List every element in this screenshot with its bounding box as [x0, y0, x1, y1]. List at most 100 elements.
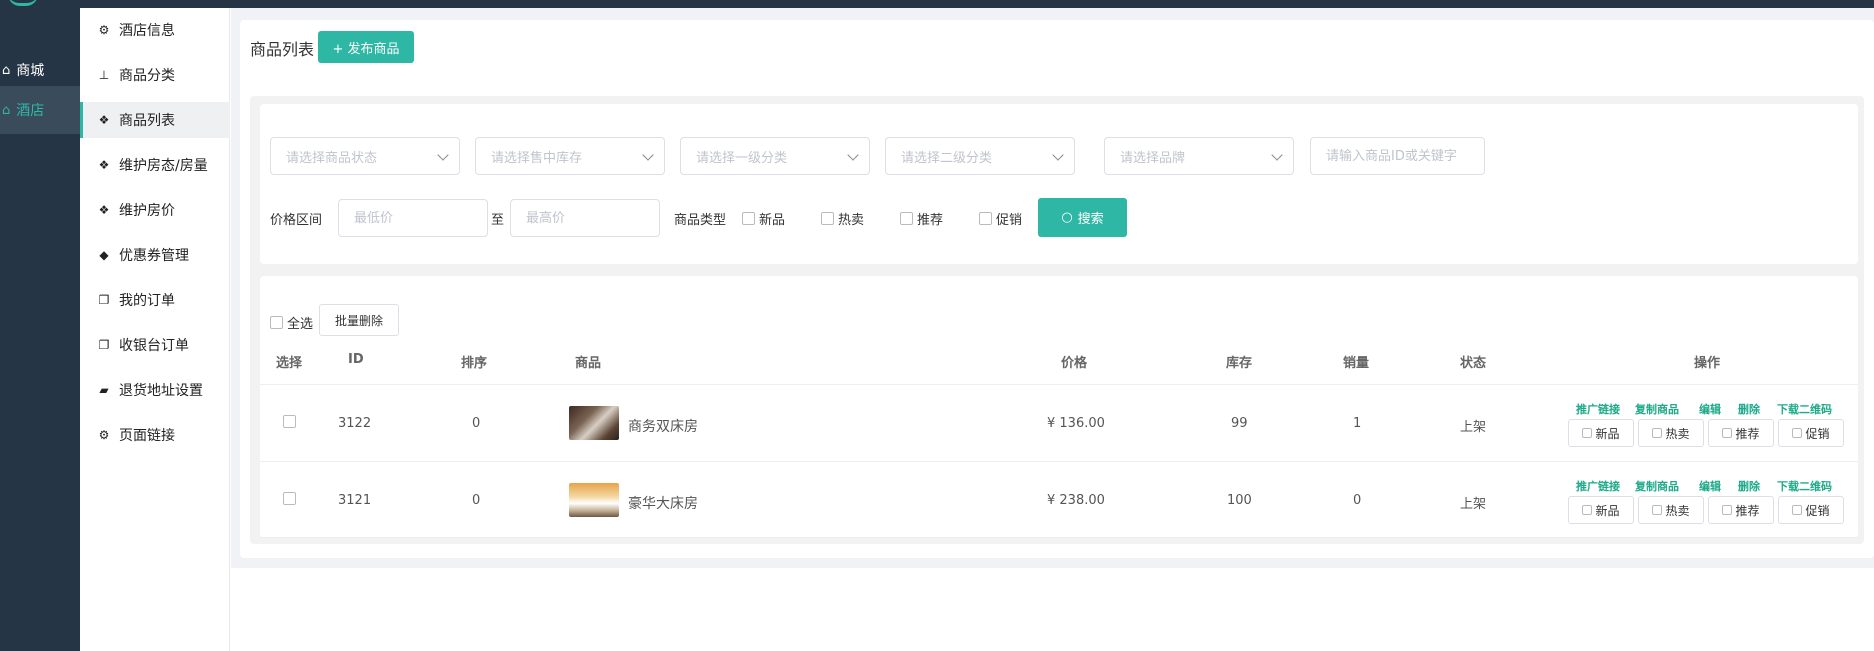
checkbox-icon	[1652, 505, 1663, 515]
row-checkbox[interactable]	[283, 492, 296, 505]
type-promo-checkbox[interactable]: 促销	[979, 209, 1022, 228]
subnav-product-list[interactable]: ❖ 商品列表	[80, 102, 230, 138]
promo-link[interactable]: 推广链接	[1576, 478, 1620, 494]
row-checkbox[interactable]	[283, 415, 296, 428]
page-title: 商品列表	[250, 40, 315, 59]
chevron-down-icon	[642, 149, 654, 161]
min-price-input[interactable]	[338, 199, 488, 237]
promo-link[interactable]: 推广链接	[1576, 401, 1620, 417]
tag-hot-toggle[interactable]: 热卖	[1638, 496, 1704, 524]
checkbox-icon	[1792, 505, 1803, 515]
table-divider	[260, 384, 1858, 385]
chevron-down-icon	[437, 149, 449, 161]
subnav-label: 商品分类	[119, 68, 175, 84]
search-button[interactable]: ○ 搜索	[1038, 198, 1127, 237]
subnav-room-status[interactable]: ❖ 维护房态/房量	[80, 147, 230, 183]
checkbox-label: 促销	[996, 213, 1023, 228]
edit-link[interactable]: 编辑	[1699, 478, 1721, 494]
edit-link[interactable]: 编辑	[1699, 401, 1721, 417]
category2-select[interactable]: 请选择二级分类	[885, 137, 1075, 175]
tag-promo-toggle[interactable]: 促销	[1778, 419, 1844, 447]
row-stock: 100	[1227, 493, 1252, 508]
copy-icon: ❐	[98, 338, 110, 352]
subnav-label: 商品列表	[119, 113, 175, 129]
subnav-label: 优惠券管理	[119, 248, 189, 264]
subnav-cashier-orders[interactable]: ❐ 收银台订单	[80, 327, 230, 363]
tag-recommend-toggle[interactable]: 推荐	[1708, 419, 1774, 447]
subnav-label: 维护房态/房量	[119, 158, 208, 174]
toggle-label: 热卖	[1665, 503, 1690, 518]
copy-product-link[interactable]: 复制商品	[1635, 478, 1679, 494]
toggle-label: 新品	[1595, 426, 1620, 441]
price-to-label: 至	[491, 213, 505, 228]
gears-icon: ⚙	[98, 428, 110, 442]
row-status: 上架	[1460, 497, 1487, 512]
tag-promo-toggle[interactable]: 促销	[1778, 496, 1844, 524]
column-header-stock: 库存	[1226, 356, 1253, 371]
max-price-input[interactable]	[510, 199, 660, 237]
select-placeholder: 请选择品牌	[1120, 150, 1186, 166]
subnav-coupons[interactable]: ◆ 优惠券管理	[80, 237, 230, 273]
select-placeholder: 请选择一级分类	[696, 150, 788, 166]
subnav-label: 页面链接	[119, 428, 175, 444]
download-qrcode-link[interactable]: 下载二维码	[1777, 401, 1832, 417]
delete-link[interactable]: 删除	[1738, 478, 1760, 494]
type-new-checkbox[interactable]: 新品	[742, 209, 785, 228]
type-hot-checkbox[interactable]: 热卖	[821, 209, 864, 228]
subnav-room-price[interactable]: ❖ 维护房价	[80, 192, 230, 228]
subnav-return-address[interactable]: ▰ 退货地址设置	[80, 372, 230, 408]
product-name: 豪华大床房	[628, 496, 698, 512]
sitemap-icon: ⊥	[98, 68, 110, 82]
tag-recommend-toggle[interactable]: 推荐	[1708, 496, 1774, 524]
select-all-checkbox[interactable]: 全选	[270, 313, 313, 332]
row-sales: 1	[1353, 416, 1362, 431]
price-range-label: 价格区间	[270, 213, 323, 228]
column-header-sort: 排序	[461, 356, 488, 371]
toggle-label: 新品	[1595, 503, 1620, 518]
column-header-price: 价格	[1061, 356, 1088, 371]
subnav-page-links[interactable]: ⚙ 页面链接	[80, 417, 230, 453]
toggle-label: 促销	[1805, 426, 1830, 441]
subnav-label: 维护房价	[119, 203, 175, 219]
subnav-label: 我的订单	[119, 293, 175, 309]
rail-item-label: 酒店	[16, 103, 45, 119]
row-price: ¥ 238.00	[1047, 493, 1105, 508]
copy-product-link[interactable]: 复制商品	[1635, 401, 1679, 417]
column-header-id: ID	[348, 352, 364, 367]
publish-product-button[interactable]: + 发布商品	[318, 31, 414, 63]
category1-select[interactable]: 请选择一级分类	[680, 137, 870, 175]
checkbox-icon	[821, 212, 834, 225]
subnav-hotel-info[interactable]: ⚙ 酒店信息	[80, 12, 230, 48]
table-divider	[260, 537, 1858, 538]
stock-select[interactable]: 请选择售中库存	[475, 137, 665, 175]
brand-select[interactable]: 请选择品牌	[1104, 137, 1294, 175]
subnav-label: 收银台订单	[119, 338, 189, 354]
secondary-sidebar: ⚙ 酒店信息 ⊥ 商品分类 ❖ 商品列表 ❖ 维护房态/房量 ❖ 维护房价 ◆ …	[80, 8, 230, 651]
keyword-input[interactable]	[1310, 137, 1485, 175]
product-thumbnail	[569, 483, 619, 517]
search-icon: ○	[1061, 210, 1073, 225]
select-placeholder: 请选择二级分类	[901, 150, 993, 166]
select-placeholder: 请选择商品状态	[286, 150, 378, 166]
checkbox-icon	[1582, 505, 1593, 515]
top-bar	[0, 0, 1874, 8]
checkbox-icon	[1722, 428, 1733, 438]
type-recommend-checkbox[interactable]: 推荐	[900, 209, 943, 228]
truck-icon: ▰	[99, 383, 109, 397]
tag-new-toggle[interactable]: 新品	[1568, 496, 1634, 524]
download-qrcode-link[interactable]: 下载二维码	[1777, 478, 1832, 494]
row-sort: 0	[472, 493, 481, 508]
status-select[interactable]: 请选择商品状态	[270, 137, 460, 175]
subnav-my-orders[interactable]: ❐ 我的订单	[80, 282, 230, 318]
chevron-down-icon	[847, 149, 859, 161]
subnav-label: 退货地址设置	[119, 383, 203, 399]
batch-delete-button[interactable]: 批量删除	[319, 304, 399, 336]
cubes-icon: ❖	[98, 158, 110, 172]
checkbox-icon	[979, 212, 992, 225]
tag-new-toggle[interactable]: 新品	[1568, 419, 1634, 447]
delete-link[interactable]: 删除	[1738, 401, 1760, 417]
rail-item-hotel[interactable]: ⌂ 酒店	[0, 86, 80, 134]
subnav-category[interactable]: ⊥ 商品分类	[80, 57, 230, 93]
tags-icon: ◆	[99, 248, 109, 262]
tag-hot-toggle[interactable]: 热卖	[1638, 419, 1704, 447]
